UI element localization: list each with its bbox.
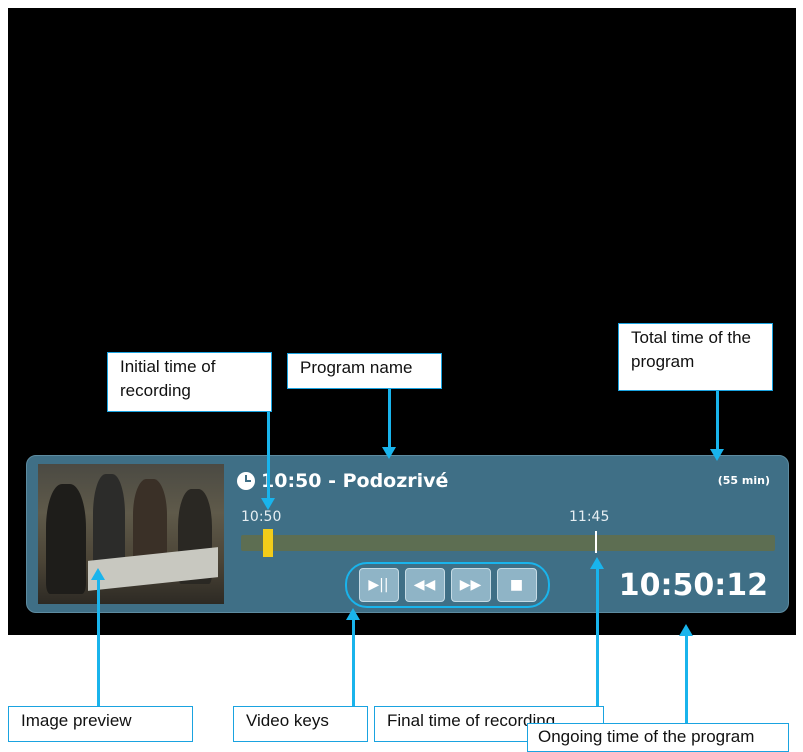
clock-icon [237,472,255,490]
playback-osd: 10:50 - Podozrivé (55 min) 10:50 11:45 ▶… [26,455,789,613]
play-pause-button[interactable]: ▶|| [358,568,399,602]
callout-program-name: Program name [287,353,442,389]
start-marker[interactable] [263,529,273,557]
end-marker [595,531,597,553]
video-keys: ▶|| ◀◀ ▶▶ ■ [345,562,550,608]
stop-button[interactable]: ■ [496,568,537,602]
end-time-label: 11:45 [569,509,610,525]
callout-total-time: Total time of the program [618,323,773,391]
image-preview [38,464,224,604]
recording-progress-bar[interactable] [241,529,775,557]
program-title-text: 10:50 - Podozrivé [261,470,449,492]
current-time: 10:50:12 [618,568,768,603]
callout-video-keys: Video keys [233,706,368,742]
rewind-button[interactable]: ◀◀ [404,568,445,602]
callout-initial-time: Initial time of recording [107,352,272,412]
callout-image-preview: Image preview [8,706,193,742]
fast-forward-button[interactable]: ▶▶ [450,568,491,602]
callout-ongoing-time: Ongoing time of the program [527,723,789,752]
start-time-label: 10:50 [241,509,282,525]
program-duration: (55 min) [717,474,770,487]
